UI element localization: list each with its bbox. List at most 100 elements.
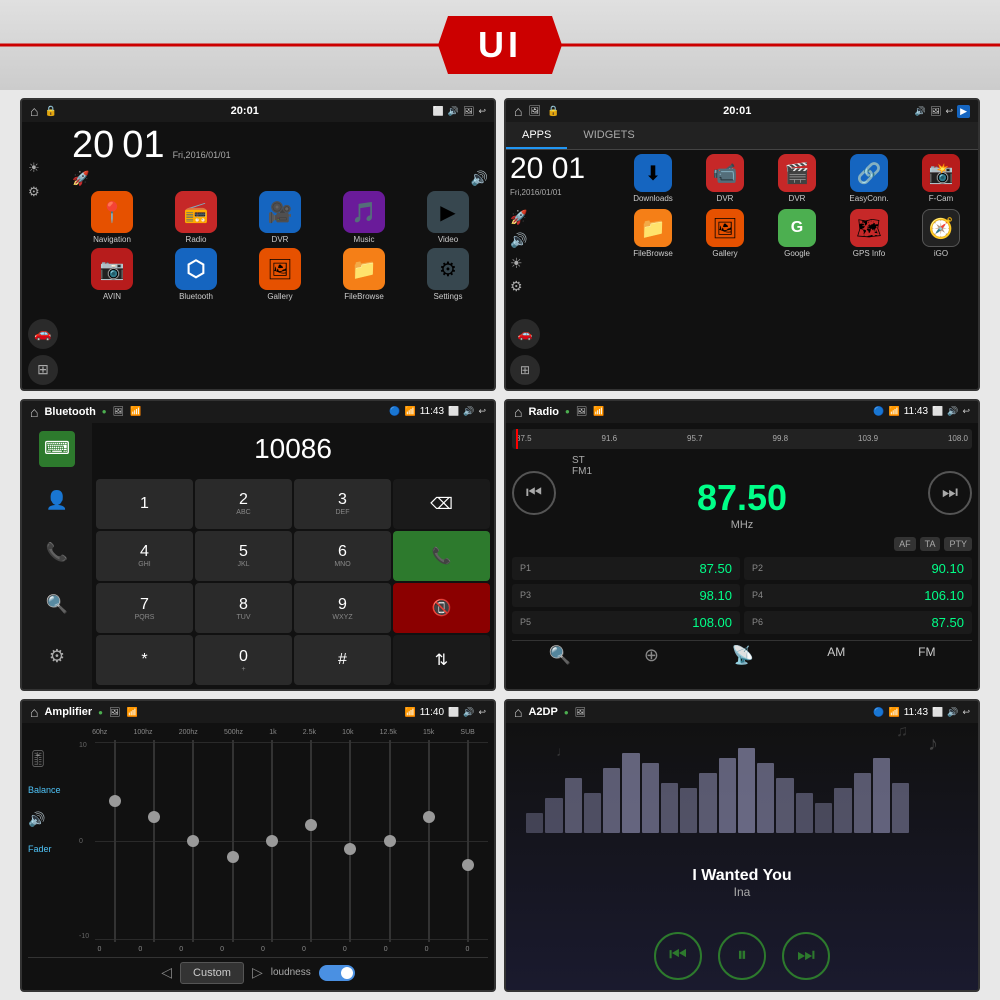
dial-2[interactable]: 2ABC	[195, 479, 292, 529]
home-icon-6[interactable]: ⌂	[514, 704, 522, 720]
tag-af[interactable]: AF	[894, 537, 916, 551]
eq-slider-2[interactable]	[186, 740, 200, 942]
eq-prev-btn[interactable]: ◁	[161, 964, 172, 981]
home-icon-5[interactable]: ⌂	[30, 704, 38, 720]
vol-icon-2b[interactable]: 🔊	[510, 232, 612, 249]
app-btn[interactable]: ⊞	[28, 355, 58, 385]
next-track-btn[interactable]: ⏭	[782, 932, 830, 980]
preset-p3[interactable]: P3 98.10	[512, 584, 740, 607]
dial-swap[interactable]: ⇅	[393, 635, 490, 685]
tab-widgets[interactable]: WIDGETS	[567, 122, 650, 149]
tag-ta[interactable]: TA	[920, 537, 941, 551]
radio-fm-btn[interactable]: FM	[918, 645, 935, 666]
car-btn-2[interactable]: 🚗	[510, 319, 540, 349]
preset-p5[interactable]: P5 108.00	[512, 611, 740, 634]
dial-5[interactable]: 5JKL	[195, 531, 292, 581]
preset-p1[interactable]: P1 87.50	[512, 557, 740, 580]
dial-call[interactable]: 📞	[393, 531, 490, 581]
back-4[interactable]: ↩	[962, 406, 970, 417]
car-icon-btn[interactable]: 🚗	[28, 319, 58, 349]
vol-icon[interactable]: 🔊	[471, 170, 488, 187]
bright-icon-2[interactable]: ☀	[510, 255, 612, 272]
tab-apps[interactable]: APPS	[506, 122, 567, 149]
settings-icon[interactable]: ⚙	[28, 184, 68, 200]
home-icon-1[interactable]: ⌂	[30, 103, 38, 119]
app2-google[interactable]: G Google	[764, 209, 830, 258]
eq-slider-8[interactable]	[422, 740, 436, 942]
home-icon-3[interactable]: ⌂	[30, 404, 38, 420]
dial-end[interactable]: 📵	[393, 583, 490, 633]
app2-fcam[interactable]: 📸 F-Cam	[908, 154, 974, 203]
dial-8[interactable]: 8TUV	[195, 583, 292, 633]
grid-icon-2[interactable]: ⚙	[510, 278, 612, 295]
app2-downloads[interactable]: ⬇ Downloads	[620, 154, 686, 203]
app-avin[interactable]: 📷 AVIN	[72, 248, 152, 301]
app2-igo[interactable]: 🧭 iGO	[908, 209, 974, 258]
brightness-icon[interactable]: ☀	[28, 160, 68, 176]
dial-backspace[interactable]: ⌫	[393, 479, 490, 529]
eq-slider-3[interactable]	[226, 740, 240, 942]
dial-6[interactable]: 6MNO	[294, 531, 391, 581]
eq-slider-1[interactable]	[147, 740, 161, 942]
radio-am-btn[interactable]: AM	[827, 645, 845, 666]
prev-track-btn[interactable]: ⏮	[654, 932, 702, 980]
app-btn-2[interactable]: ⊞	[510, 355, 540, 385]
bt-settings-icon[interactable]: ⚙	[39, 639, 75, 675]
play-pause-btn[interactable]: ⏸	[718, 932, 766, 980]
home-icon-2[interactable]: ⌂	[514, 103, 522, 119]
home-icon-4[interactable]: ⌂	[514, 404, 522, 420]
dial-hash[interactable]: #	[294, 635, 391, 685]
dial-1[interactable]: 1	[96, 479, 193, 529]
back-icon-2[interactable]: ↩	[946, 106, 954, 117]
app-bluetooth[interactable]: ⬡ Bluetooth	[156, 248, 236, 301]
dial-7[interactable]: 7PQRS	[96, 583, 193, 633]
eq-controls-icon[interactable]: 🎚	[28, 749, 73, 769]
app-music[interactable]: 🎵 Music	[324, 191, 404, 244]
eq-next-btn[interactable]: ▷	[252, 964, 263, 981]
app2-gallery[interactable]: 🖼 Gallery	[692, 209, 758, 258]
app2-filebrowse[interactable]: 📁 FileBrowse	[620, 209, 686, 258]
dial-0[interactable]: 0+	[195, 635, 292, 685]
eq-preset-button[interactable]: Custom	[180, 962, 244, 984]
speaker-icon[interactable]: 🔊	[28, 811, 73, 828]
radio-search-btn[interactable]: 🔍	[548, 645, 570, 666]
app2-dvr1[interactable]: 📹 DVR	[692, 154, 758, 203]
store-icon[interactable]: ▶	[957, 105, 970, 118]
app-dvr[interactable]: 🎥 DVR	[240, 191, 320, 244]
preset-p6[interactable]: P6 87.50	[744, 611, 972, 634]
app2-dvr2[interactable]: 🎬 DVR	[764, 154, 830, 203]
dial-3[interactable]: 3DEF	[294, 479, 391, 529]
eq-slider-9[interactable]	[461, 740, 475, 942]
dial-star[interactable]: *	[96, 635, 193, 685]
back-5[interactable]: ↩	[478, 707, 486, 718]
app-settings[interactable]: ⚙ Settings	[408, 248, 488, 301]
radio-scan-btn[interactable]: ⊕	[644, 645, 659, 666]
app2-easyconn[interactable]: 🔗 EasyConn.	[836, 154, 902, 203]
dial-4[interactable]: 4GHI	[96, 531, 193, 581]
prev-station-btn[interactable]: ⏮	[512, 471, 556, 515]
contact-icon[interactable]: 👤	[39, 483, 75, 519]
preset-p2[interactable]: P2 90.10	[744, 557, 972, 580]
back-6[interactable]: ↩	[962, 707, 970, 718]
eq-slider-5[interactable]	[304, 740, 318, 942]
loudness-toggle[interactable]	[319, 965, 355, 981]
app-gallery[interactable]: 🖼 Gallery	[240, 248, 320, 301]
back-icon-1[interactable]: ↩	[478, 106, 486, 117]
eq-slider-6[interactable]	[343, 740, 357, 942]
dial-9[interactable]: 9WXYZ	[294, 583, 391, 633]
radio-antenna-btn[interactable]: 📡	[732, 645, 754, 666]
next-station-btn[interactable]: ⏭	[928, 471, 972, 515]
back-3[interactable]: ↩	[478, 406, 486, 417]
preset-p4[interactable]: P4 106.10	[744, 584, 972, 607]
tag-pty[interactable]: PTY	[944, 537, 972, 551]
eq-slider-4[interactable]	[265, 740, 279, 942]
recent-calls-icon[interactable]: 📞	[39, 535, 75, 571]
eq-slider-7[interactable]	[383, 740, 397, 942]
eq-slider-0[interactable]	[108, 740, 122, 942]
search-icon[interactable]: 🔍	[39, 587, 75, 623]
app2-gpsinfo[interactable]: 🗺 GPS Info	[836, 209, 902, 258]
app-navigation[interactable]: 📍 Navigation	[72, 191, 152, 244]
app-filebrowse[interactable]: 📁 FileBrowse	[324, 248, 404, 301]
app-video[interactable]: ▶ Video	[408, 191, 488, 244]
dialpad-icon[interactable]: ⌨	[39, 431, 75, 467]
